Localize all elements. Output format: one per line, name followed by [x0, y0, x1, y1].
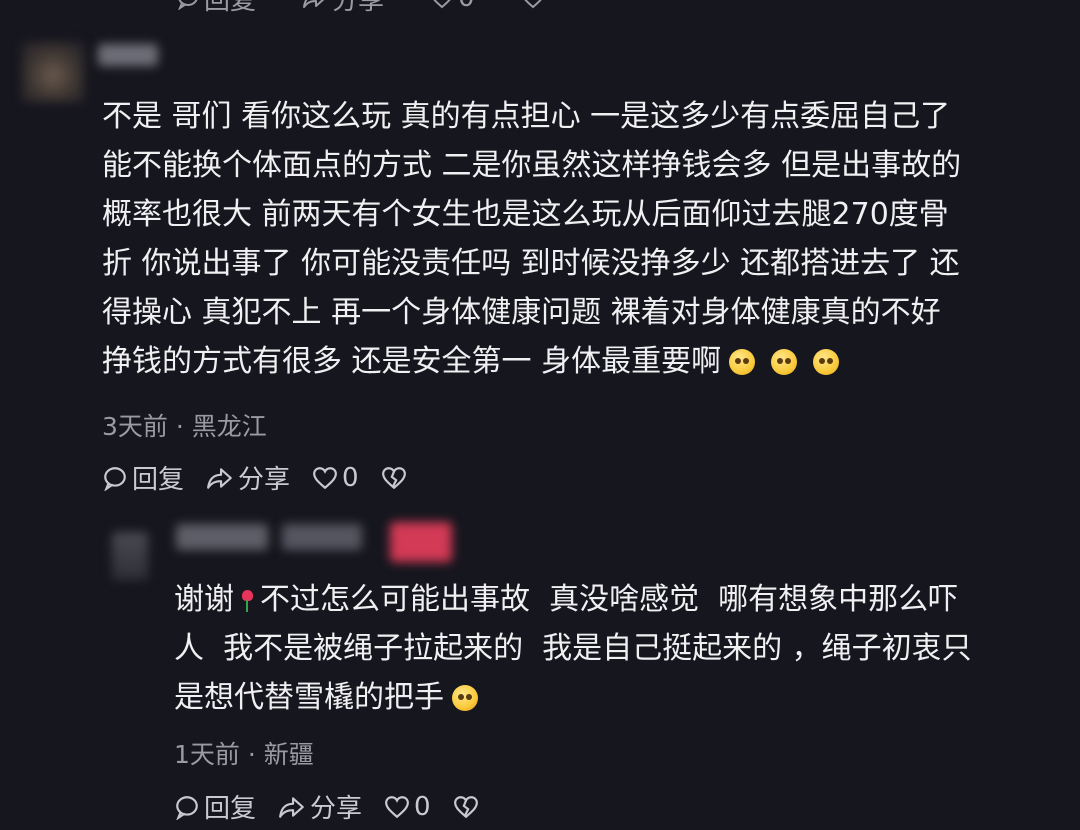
reply-actions: 回复 分享 0 [174, 788, 501, 825]
reply-meta: 1天前 · 新疆 [174, 735, 314, 771]
rose-icon [240, 590, 254, 612]
broken-heart-icon [453, 795, 478, 818]
comment-line: 不是 哥们 看你这么玩 真的有点担心 一是这多少有点委屈自己了 [102, 99, 951, 134]
reply-line: 人 我不是被绳子拉起来的 我是自己挺起来的 ，绳子初衷只 [174, 631, 972, 666]
share-icon [279, 796, 304, 818]
reply-line: 谢谢 [174, 582, 234, 617]
previous-share-label: 分享 [332, 0, 385, 16]
meta-separator: · [247, 740, 256, 769]
username[interactable] [176, 524, 268, 550]
comment-line: 得操心 真犯不上 再一个身体健康问题 裸着对身体健康真的不好 [102, 295, 941, 330]
comment-location: 黑龙江 [191, 412, 267, 441]
previous-reply-label: 回复 [204, 0, 257, 16]
dislike-button[interactable] [381, 466, 407, 490]
reply-location: 新疆 [263, 740, 314, 769]
comment-icon [178, 0, 198, 10]
comment-line: 概率也很大 前两天有个女生也是这么玩从后面仰过去腿270度骨 [102, 197, 949, 232]
pleading-face-icon [771, 349, 798, 375]
wink-face-icon [452, 685, 478, 711]
pleading-face-icon [729, 349, 756, 375]
comment-text: 不是 哥们 看你这么玩 真的有点担心 一是这多少有点委屈自己了 能不能换个体面点… [102, 92, 1062, 386]
like-count: 0 [342, 462, 359, 493]
like-count: 0 [414, 791, 431, 822]
username-extra [282, 524, 362, 550]
avatar[interactable] [112, 532, 148, 580]
avatar[interactable] [22, 42, 84, 102]
previous-share-button[interactable]: 分享 [302, 0, 384, 17]
share-label: 分享 [238, 465, 291, 495]
comment-icon [176, 795, 198, 820]
share-icon [207, 467, 232, 489]
reply-line: 不过怎么可能出事故 真没啥感觉 哪有想象中那么吓 [260, 582, 959, 617]
comment-time: 3天前 [102, 412, 168, 441]
share-icon [303, 0, 325, 8]
like-button[interactable]: 0 [312, 463, 359, 493]
comment-icon [104, 466, 126, 491]
share-button[interactable]: 分享 [206, 459, 290, 496]
previous-dislike-button[interactable] [521, 0, 545, 9]
meta-separator: · [175, 412, 184, 441]
comment-line: 折 你说出事了 你可能没责任吗 到时候没挣多少 还都搭进去了 还 [102, 246, 960, 281]
comment-meta: 3天前 · 黑龙江 [102, 407, 267, 443]
reply-time: 1天前 [174, 740, 240, 769]
heart-icon [433, 0, 451, 9]
previous-comment-actions: 回复 分享 0 [176, 0, 567, 16]
heart-icon [385, 795, 409, 818]
reply-label: 回复 [204, 794, 257, 824]
share-label: 分享 [310, 794, 363, 824]
broken-heart-icon [523, 0, 542, 9]
username[interactable] [98, 44, 158, 66]
comment-line: 能不能换个体面点的方式 二是你虽然这样挣钱会多 但是出事故的 [102, 148, 962, 183]
dislike-button[interactable] [453, 795, 479, 819]
heart-icon [313, 466, 337, 489]
previous-like-button[interactable]: 0 [430, 0, 475, 13]
like-button[interactable]: 0 [384, 792, 431, 822]
reply-button[interactable]: 回复 [102, 459, 184, 496]
reply-text: 谢谢 不过怎么可能出事故 真没啥感觉 哪有想象中那么吓 人 我不是被绳子拉起来的 … [174, 575, 1074, 722]
comment-line: 挣钱的方式有很多 还是安全第一 身体最重要啊 [102, 344, 722, 379]
author-badge [390, 522, 452, 562]
broken-heart-icon [381, 466, 406, 489]
previous-reply-button[interactable]: 回复 [176, 0, 256, 17]
previous-like-count: 0 [458, 0, 475, 13]
reply-label: 回复 [132, 465, 185, 495]
reply-line: 是想代替雪橇的把手 [174, 680, 444, 715]
comment-actions: 回复 分享 0 [102, 459, 429, 496]
share-button[interactable]: 分享 [278, 788, 362, 825]
reply-button[interactable]: 回复 [174, 788, 256, 825]
pleading-face-icon [813, 349, 840, 375]
